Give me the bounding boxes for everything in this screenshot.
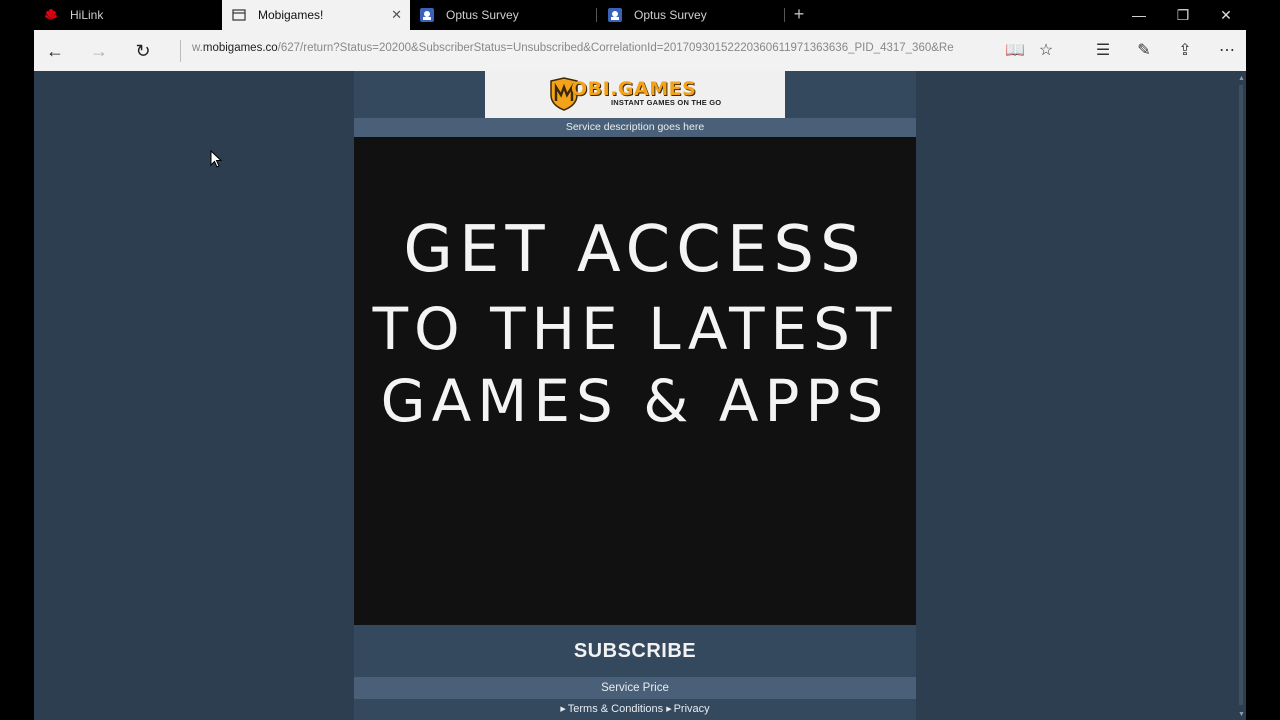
logo-title: OBI.GAMES [571, 78, 697, 100]
minimize-icon[interactable]: — [1124, 4, 1154, 26]
triangle-right-icon: ▶ [666, 706, 672, 713]
web-page: OBI.GAMES INSTANT GAMES ON THE GO Servic… [34, 71, 1236, 720]
share-icon[interactable]: ⇪ [1172, 38, 1198, 64]
scroll-down-arrow-icon[interactable]: ▼ [1238, 711, 1245, 718]
reading-view-book-icon[interactable]: 📖 [1002, 38, 1028, 64]
tab-title: Mobigames! [258, 8, 324, 22]
web-note-pen-icon[interactable]: ✎ [1131, 38, 1157, 64]
hero-line-3: GAMES & APPS [380, 367, 890, 435]
tab-title: Optus Survey [446, 8, 519, 22]
url-host: mobigames.co [202, 42, 278, 54]
footer-links: ▶ Terms & Conditions ▶ Privacy [354, 699, 916, 720]
tab-title: HiLink [70, 8, 104, 22]
mouse-pointer-icon [210, 150, 222, 168]
refresh-icon[interactable]: ↻ [130, 38, 156, 64]
divider [180, 40, 181, 62]
hero-line-1: GET ACCESS [403, 213, 867, 287]
url-prefix: w. [192, 42, 203, 54]
scrollbar-thumb[interactable] [1239, 85, 1243, 705]
hub-list-icon[interactable]: ☰ [1090, 38, 1116, 64]
new-tab-plus-icon[interactable]: + [788, 4, 810, 26]
subscribe-button[interactable]: SUBSCRIBE [354, 625, 916, 677]
service-price: Service Price [354, 677, 916, 699]
terms-link[interactable]: Terms & Conditions [568, 703, 663, 715]
hero-banner: GET ACCESS TO THE LATEST GAMES & APPS [354, 137, 916, 625]
survey-icon [608, 8, 622, 22]
forward-arrow-icon[interactable]: → [86, 38, 112, 64]
navigation-bar: ← → ↻ w.mobigames.co/627/return?Status=2… [34, 30, 1246, 71]
close-window-icon[interactable]: ✕ [1211, 4, 1241, 26]
more-ellipsis-icon[interactable]: ⋯ [1214, 38, 1240, 64]
tab-optus-survey-1[interactable]: Optus Survey [410, 0, 598, 30]
scroll-up-arrow-icon[interactable]: ▲ [1238, 75, 1245, 82]
content-column: OBI.GAMES INSTANT GAMES ON THE GO Servic… [354, 71, 916, 720]
address-bar[interactable]: w.mobigames.co/627/return?Status=20200&S… [192, 42, 992, 60]
hero-line-2: TO THE LATEST [372, 295, 898, 363]
close-tab-icon[interactable]: ✕ [391, 7, 402, 23]
privacy-link[interactable]: Privacy [674, 703, 710, 715]
url-path: /627/return?Status=20200&SubscriberStatu… [277, 42, 954, 54]
huawei-logo-icon [45, 9, 57, 20]
service-description: Service description goes here [354, 118, 916, 137]
back-arrow-icon[interactable]: ← [42, 38, 68, 64]
page-icon [232, 9, 246, 21]
tab-optus-survey-2[interactable]: Optus Survey [598, 0, 786, 30]
browser-window: HiLink Mobigames! ✕ Optus Survey Optus S… [0, 0, 1280, 720]
restore-icon[interactable]: ❐ [1168, 4, 1198, 26]
vertical-scrollbar[interactable]: ▲ ▼ [1236, 71, 1246, 720]
tab-separator [596, 8, 597, 22]
triangle-right-icon: ▶ [560, 706, 566, 713]
tab-bar: HiLink Mobigames! ✕ Optus Survey Optus S… [0, 0, 1280, 30]
favorite-star-icon[interactable]: ☆ [1033, 38, 1059, 64]
site-logo[interactable]: OBI.GAMES INSTANT GAMES ON THE GO [485, 71, 785, 118]
logo-tagline: INSTANT GAMES ON THE GO [611, 98, 722, 107]
tab-separator [784, 8, 785, 22]
survey-icon [420, 8, 434, 22]
tab-mobigames[interactable]: Mobigames! ✕ [222, 0, 410, 30]
tab-title: Optus Survey [634, 8, 707, 22]
tab-hilink[interactable]: HiLink [34, 0, 222, 30]
